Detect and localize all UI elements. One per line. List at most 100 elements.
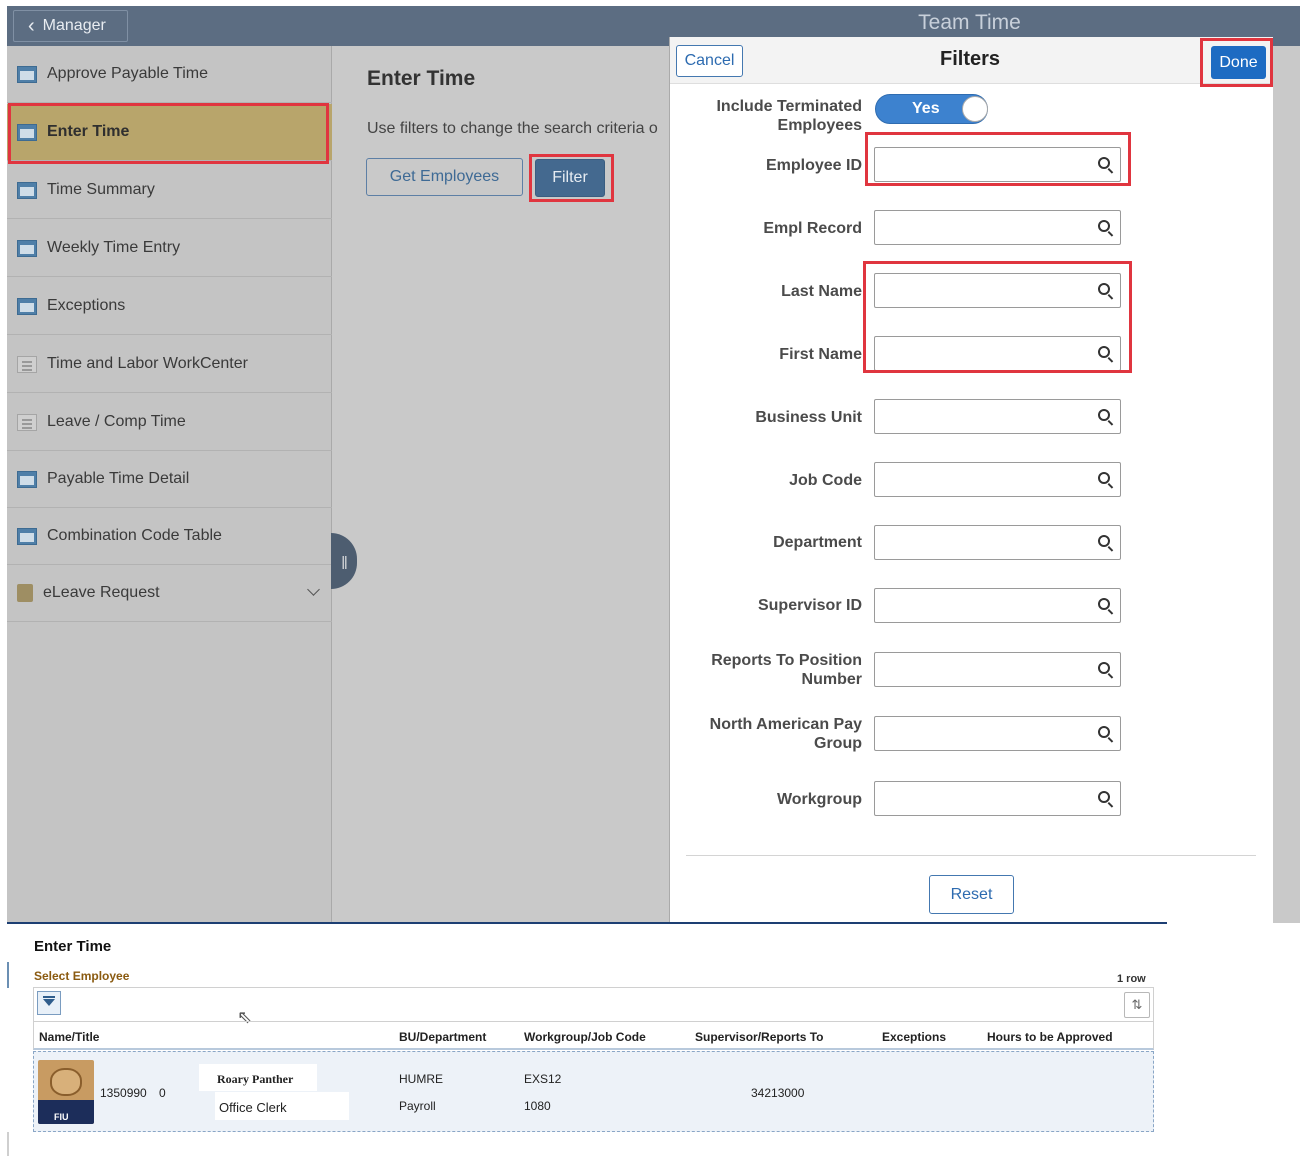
reports-to-position-label: Reports To Position Number: [711, 652, 862, 688]
window-icon: [17, 239, 37, 257]
sidebar-item-combination-code-table[interactable]: Combination Code Table: [7, 508, 332, 565]
first-name-label: First Name: [779, 346, 862, 363]
column-header[interactable]: Hours to be Approved: [987, 1030, 1113, 1044]
department-cell: Payroll: [399, 1099, 436, 1113]
bu-cell: HUMRE: [399, 1072, 443, 1086]
filters-header: Cancel Filters Done: [670, 37, 1273, 84]
employee-id-input[interactable]: [874, 147, 1121, 182]
reset-button[interactable]: Reset: [929, 875, 1014, 914]
results-subtitle: Select Employee: [34, 969, 130, 983]
search-icon[interactable]: [1098, 220, 1110, 232]
sidebar-item-approve-payable-time[interactable]: Approve Payable Time: [7, 46, 332, 103]
column-header[interactable]: BU/Department: [399, 1030, 486, 1044]
sidebar-item-label: Payable Time Detail: [47, 470, 190, 487]
sidebar-item-label: Enter Time: [47, 123, 130, 140]
toggle-value: Yes: [912, 100, 940, 117]
page-title: Enter Time: [367, 67, 476, 90]
empl-record-label: Empl Record: [763, 220, 862, 237]
search-icon[interactable]: [1098, 283, 1110, 295]
collapse-sidebar-handle[interactable]: ||: [331, 533, 357, 589]
done-button[interactable]: Done: [1211, 46, 1266, 79]
employee-title: Office Clerk: [219, 1100, 287, 1115]
divider: [7, 1132, 9, 1156]
employee-id-cell: 1350990: [100, 1086, 147, 1100]
pay-group-label: North American Pay Group: [709, 716, 862, 752]
sidebar-item-label: Time Summary: [47, 181, 155, 198]
row-count: 1 row: [1117, 973, 1146, 985]
sidebar-item-label: Time and Labor WorkCenter: [47, 355, 248, 372]
divider: [7, 922, 1167, 924]
sort-icon[interactable]: ⇅: [1124, 992, 1150, 1018]
get-employees-button[interactable]: Get Employees: [366, 158, 523, 196]
sidebar-item-eleave-request[interactable]: eLeave Request: [7, 565, 332, 622]
job-code-input[interactable]: [874, 462, 1121, 497]
column-header[interactable]: Name/Title: [39, 1030, 99, 1044]
business-unit-input[interactable]: [874, 399, 1121, 434]
sidebar-item-label: Leave / Comp Time: [47, 413, 186, 430]
search-icon[interactable]: [1098, 662, 1110, 674]
employee-name[interactable]: Roary Panther: [217, 1072, 293, 1087]
workgroup-input[interactable]: [874, 781, 1121, 816]
supervisor-id-label: Supervisor ID: [757, 597, 862, 614]
table-row[interactable]: FIU 1350990 0 Roary Panther Office Clerk…: [33, 1051, 1154, 1132]
include-terminated-toggle[interactable]: Yes: [875, 94, 988, 124]
first-name-input[interactable]: [874, 336, 1121, 371]
document-icon: [17, 355, 37, 373]
sidebar-item-weekly-time-entry[interactable]: Weekly Time Entry: [7, 220, 332, 277]
window-icon: [17, 297, 37, 315]
back-label: Manager: [42, 17, 106, 34]
search-icon[interactable]: [1098, 472, 1110, 484]
reports-to-position-input[interactable]: [874, 652, 1121, 687]
cancel-button[interactable]: Cancel: [676, 45, 743, 77]
search-icon[interactable]: [1098, 409, 1110, 421]
sidebar-item-payable-time-detail[interactable]: Payable Time Detail: [7, 451, 332, 508]
column-header[interactable]: Supervisor/Reports To: [695, 1030, 823, 1044]
workgroup-label: Workgroup: [776, 791, 862, 808]
name-box: Roary Panther: [199, 1064, 317, 1091]
column-header[interactable]: Exceptions: [882, 1030, 946, 1044]
search-icon[interactable]: [1098, 726, 1110, 738]
search-icon[interactable]: [1098, 157, 1110, 169]
divider: [686, 855, 1256, 856]
sidebar-item-exceptions[interactable]: Exceptions: [7, 278, 332, 335]
search-icon[interactable]: [1098, 535, 1110, 547]
sidebar-item-time-summary[interactable]: Time Summary: [7, 162, 332, 219]
empl-record-input[interactable]: [874, 210, 1121, 245]
sidebar: Approve Payable Time Enter Time Time Sum…: [7, 46, 332, 923]
sidebar-item-leave-comp-time[interactable]: Leave / Comp Time: [7, 394, 332, 451]
window-icon: [17, 527, 37, 545]
filter-icon[interactable]: [37, 991, 61, 1015]
divider: [7, 962, 9, 988]
chevron-down-icon[interactable]: [307, 583, 320, 596]
window-icon: [17, 123, 37, 141]
department-input[interactable]: [874, 525, 1121, 560]
search-icon[interactable]: [1098, 598, 1110, 610]
sidebar-item-label: Weekly Time Entry: [47, 239, 181, 256]
results-title: Enter Time: [34, 938, 112, 955]
sidebar-item-enter-time[interactable]: Enter Time: [7, 104, 332, 161]
back-button[interactable]: ‹ Manager: [13, 10, 128, 42]
sidebar-item-time-and-labor-workcenter[interactable]: Time and Labor WorkCenter: [7, 336, 332, 393]
sidebar-item-label: eLeave Request: [43, 584, 160, 601]
top-screenshot: ‹ Manager Team Time Approve Payable Time…: [7, 6, 1300, 923]
pay-group-input[interactable]: [874, 716, 1121, 751]
window-icon: [17, 470, 37, 488]
avatar: FIU: [38, 1060, 94, 1124]
last-name-input[interactable]: [874, 273, 1121, 308]
app-title: Team Time: [918, 11, 1021, 34]
grid-toolbar: ⇅: [33, 987, 1154, 1021]
column-header[interactable]: Workgroup/Job Code: [524, 1030, 646, 1044]
search-icon[interactable]: [1098, 346, 1110, 358]
sidebar-item-label: Approve Payable Time: [47, 65, 208, 82]
job-code-cell: 1080: [524, 1099, 551, 1113]
folder-icon: [17, 584, 33, 602]
grid-header: Name/Title BU/Department Workgroup/Job C…: [33, 1021, 1154, 1050]
chevron-left-icon: ‹: [28, 15, 35, 37]
sidebar-item-label: Exceptions: [47, 297, 126, 314]
sidebar-item-label: Combination Code Table: [47, 527, 222, 544]
business-unit-label: Business Unit: [755, 409, 862, 426]
filter-button[interactable]: Filter: [535, 159, 605, 197]
search-icon[interactable]: [1098, 791, 1110, 803]
window-icon: [17, 65, 37, 83]
supervisor-id-input[interactable]: [874, 588, 1121, 623]
